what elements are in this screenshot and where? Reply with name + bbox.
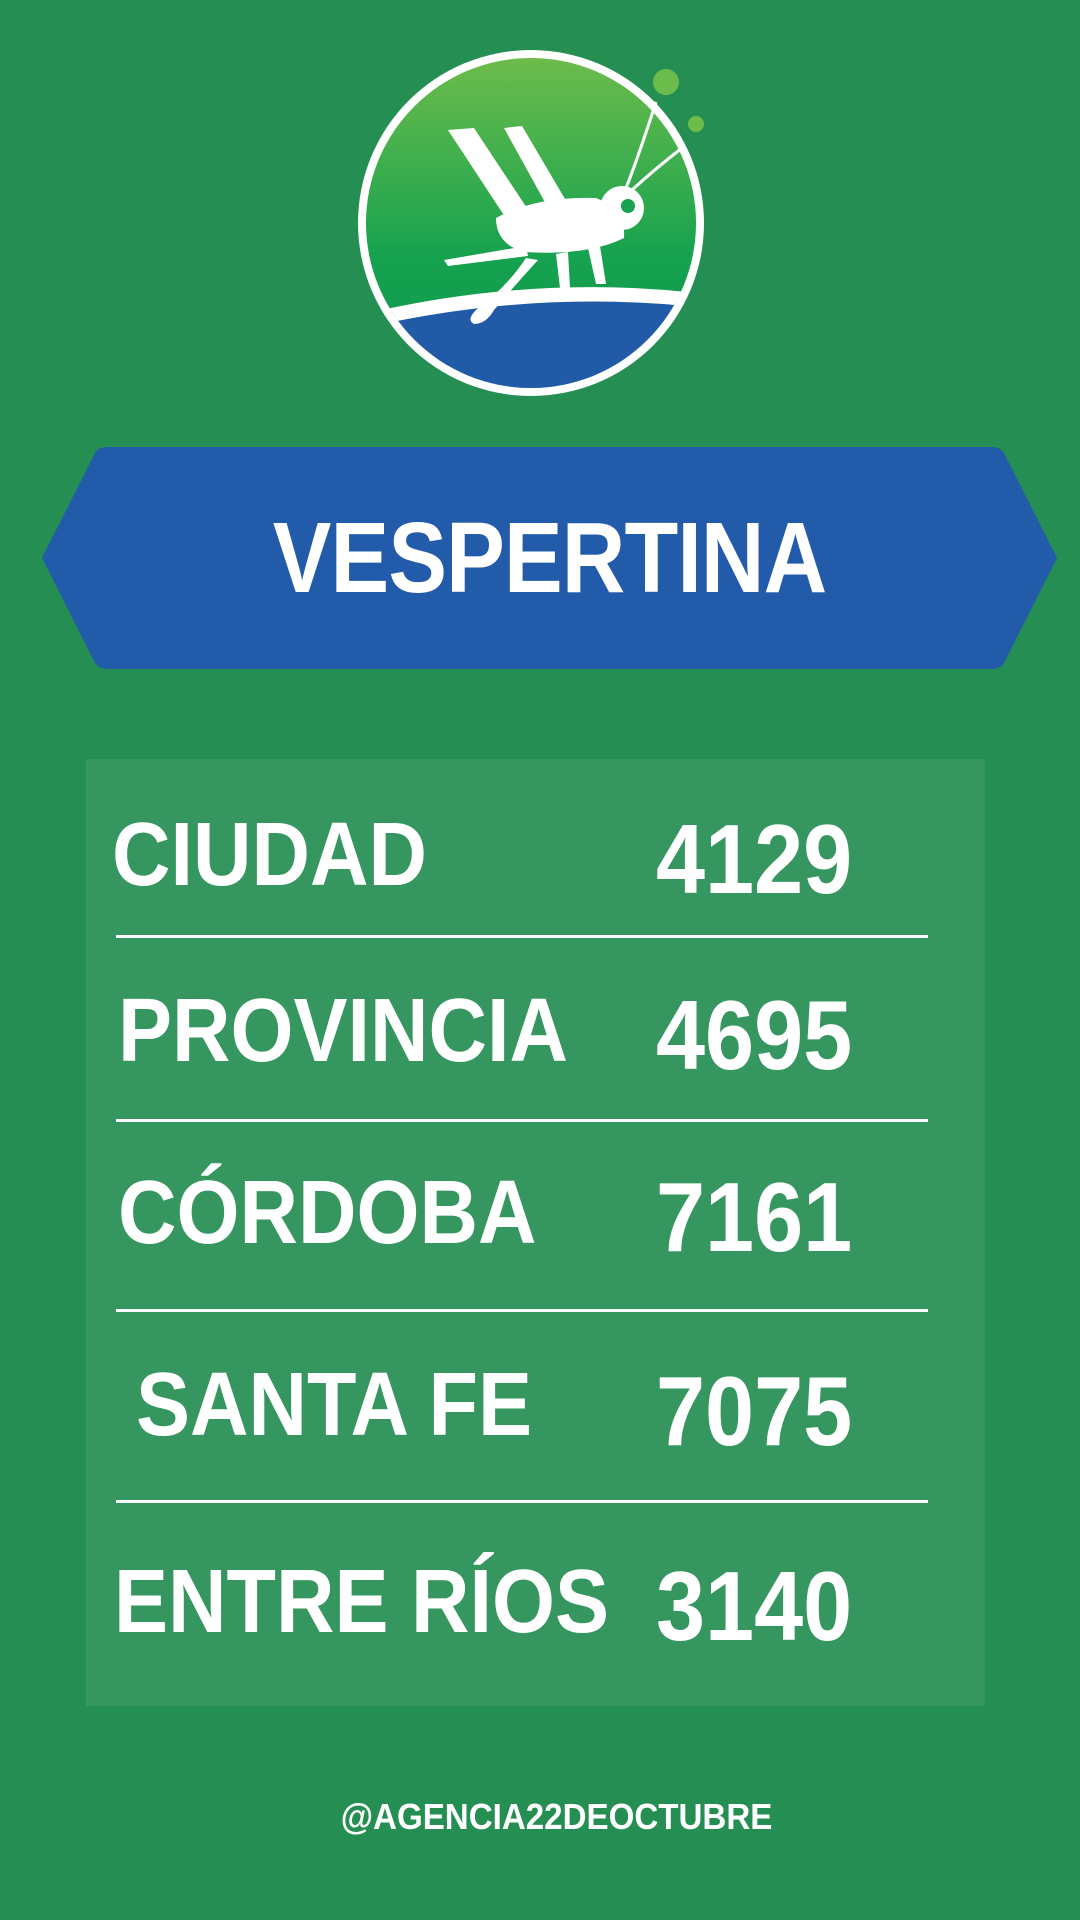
- social-handle: @AGENCIA22DEOCTUBRE: [43, 1792, 1037, 1842]
- row-divider: [116, 1500, 928, 1503]
- result-name: PROVINCIA: [118, 981, 569, 1081]
- result-value: 3140: [656, 1551, 853, 1661]
- grasshopper-logo-icon: [356, 48, 706, 398]
- result-value: 4695: [656, 980, 853, 1090]
- row-divider: [116, 935, 928, 938]
- result-name: ENTRE RÍOS: [114, 1552, 610, 1652]
- row-divider: [116, 1119, 928, 1122]
- result-value: 7075: [656, 1356, 853, 1466]
- result-value: 4129: [656, 804, 853, 914]
- row-divider: [116, 1309, 928, 1312]
- result-value: 7161: [656, 1162, 853, 1272]
- session-banner: VESPERTINA: [42, 447, 1057, 669]
- result-name: CÓRDOBA: [118, 1163, 537, 1263]
- results-panel: CIUDAD 4129 PROVINCIA 4695 CÓRDOBA 7161 …: [86, 759, 985, 1706]
- result-name: SANTA FE: [136, 1355, 532, 1455]
- social-handle-text: @AGENCIA22DEOCTUBRE: [340, 1796, 773, 1837]
- banner-title: VESPERTINA: [272, 502, 827, 614]
- result-name: CIUDAD: [112, 805, 427, 905]
